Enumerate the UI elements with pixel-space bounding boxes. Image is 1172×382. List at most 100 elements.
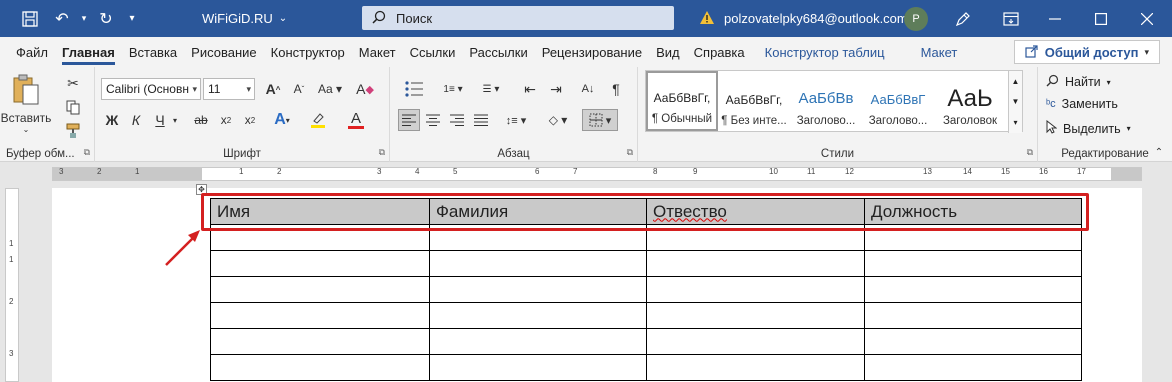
show-marks-icon[interactable]: ¶ <box>604 78 628 100</box>
underline-button[interactable]: Ч <box>149 109 171 131</box>
close-button[interactable] <box>1124 0 1170 37</box>
tab-table-layout[interactable]: Макет <box>914 37 965 67</box>
multilevel-list-icon[interactable]: ☰ ▾ <box>474 78 508 100</box>
account-email[interactable]: polzovatelpky684@outlook.com <box>724 11 908 26</box>
table-cell[interactable] <box>646 276 865 303</box>
table-cell[interactable] <box>864 354 1082 381</box>
increase-indent-icon[interactable]: ⇥ <box>544 78 568 100</box>
style-heading-1[interactable]: АаБбВв Заголово... <box>790 71 862 131</box>
document-title[interactable]: WiFiGiD.RU ⌄ <box>202 11 287 26</box>
replace-button[interactable]: ᵇc Заменить <box>1046 97 1118 111</box>
bold-button[interactable]: Ж <box>101 109 123 131</box>
maximize-button[interactable] <box>1078 0 1124 37</box>
undo-dropdown-icon[interactable]: ▾ <box>78 5 90 33</box>
bullets-icon[interactable] <box>398 78 432 100</box>
copy-icon[interactable] <box>62 97 84 117</box>
tab-draw[interactable]: Рисование <box>184 37 263 67</box>
table-cell[interactable] <box>864 276 1082 303</box>
highlight-color-icon[interactable] <box>303 109 333 131</box>
tab-references[interactable]: Ссылки <box>403 37 463 67</box>
search-input[interactable]: Поиск <box>362 6 674 30</box>
style-title[interactable]: АаЬ Заголовок <box>934 71 1006 131</box>
tab-view[interactable]: Вид <box>649 37 687 67</box>
align-right-icon[interactable] <box>446 109 468 131</box>
table-cell[interactable] <box>429 328 647 355</box>
align-left-icon[interactable] <box>398 109 420 131</box>
font-size-select[interactable]: 11 ▾ <box>203 78 255 100</box>
horizontal-ruler[interactable]: 3 2 1 1 2 3 4 5 6 7 8 9 10 11 12 13 14 1… <box>0 162 1172 186</box>
numbering-icon[interactable]: 1≡ ▾ <box>436 78 470 100</box>
text-effects-icon[interactable]: A ▾ <box>267 109 297 131</box>
pen-icon[interactable] <box>940 0 986 37</box>
table-row[interactable] <box>210 354 1082 381</box>
tab-insert[interactable]: Вставка <box>122 37 184 67</box>
table-row[interactable] <box>210 276 1082 303</box>
customize-qat-icon[interactable]: ▾ <box>122 5 142 33</box>
tab-file[interactable]: Файл <box>9 37 55 67</box>
tab-help[interactable]: Справка <box>687 37 752 67</box>
share-button[interactable]: Общий доступ ▾ <box>1013 40 1160 64</box>
style-normal[interactable]: АаБбВвГг, ¶ Обычный <box>646 71 718 131</box>
tab-review[interactable]: Рецензирование <box>535 37 649 67</box>
table-row[interactable] <box>210 250 1082 277</box>
clear-formatting-icon[interactable]: A ◆ <box>353 78 377 100</box>
table-cell[interactable] <box>429 354 647 381</box>
shrink-font-icon[interactable]: Aˇ <box>287 78 311 100</box>
align-center-icon[interactable] <box>422 109 444 131</box>
dialog-launcher-icon[interactable]: ⧉ <box>84 147 90 158</box>
redo-icon[interactable]: ↻ <box>90 5 122 33</box>
table-cell[interactable] <box>646 328 865 355</box>
more-icon[interactable]: ▾ <box>1013 118 1017 127</box>
warning-icon[interactable] <box>699 10 715 28</box>
collapse-ribbon-icon[interactable]: ⌃ <box>1152 145 1166 159</box>
font-color-icon[interactable]: A <box>341 109 371 131</box>
tab-home[interactable]: Главная <box>55 37 122 67</box>
table-cell[interactable] <box>864 250 1082 277</box>
table-cell[interactable] <box>210 328 430 355</box>
cut-icon[interactable]: ✂ <box>62 73 84 93</box>
table-cell[interactable] <box>210 276 430 303</box>
dialog-launcher-icon[interactable]: ⧉ <box>627 147 633 158</box>
avatar[interactable]: P <box>904 7 928 31</box>
decrease-indent-icon[interactable]: ⇤ <box>518 78 542 100</box>
table-cell[interactable] <box>210 250 430 277</box>
ribbon-display-options-icon[interactable] <box>988 0 1034 37</box>
table-cell[interactable] <box>646 250 865 277</box>
select-button[interactable]: Выделить ▾ <box>1046 119 1131 137</box>
tab-design[interactable]: Конструктор <box>264 37 352 67</box>
vertical-ruler[interactable]: 1 1 2 3 <box>5 188 19 382</box>
table-cell[interactable] <box>864 328 1082 355</box>
font-name-select[interactable]: Calibri (Основн ▾ <box>101 78 201 100</box>
undo-icon[interactable]: ↶ <box>46 5 78 33</box>
tab-table-design[interactable]: Конструктор таблиц <box>758 37 892 67</box>
line-spacing-icon[interactable]: ↕≡ ▾ <box>500 109 532 131</box>
underline-dropdown-icon[interactable]: ▾ <box>169 109 181 131</box>
style-no-spacing[interactable]: АаБбВвГг, ¶ Без инте... <box>718 71 790 131</box>
save-icon[interactable] <box>14 5 46 33</box>
table-cell[interactable] <box>864 302 1082 329</box>
table-cell[interactable] <box>429 276 647 303</box>
tab-mailings[interactable]: Рассылки <box>462 37 534 67</box>
minimize-button[interactable] <box>1032 0 1078 37</box>
dialog-launcher-icon[interactable]: ⧉ <box>1027 147 1033 158</box>
table-cell[interactable] <box>646 354 865 381</box>
table-row[interactable] <box>210 302 1082 329</box>
superscript-icon[interactable]: x2 <box>239 109 261 131</box>
find-button[interactable]: Найти ▾ <box>1046 74 1111 90</box>
format-painter-icon[interactable] <box>62 121 84 141</box>
change-case-icon[interactable]: Aa ▾ <box>315 78 345 100</box>
paste-button[interactable]: Вставить ⌄ <box>1 72 51 136</box>
table-cell[interactable] <box>429 302 647 329</box>
justify-icon[interactable] <box>470 109 492 131</box>
styles-scroll[interactable]: ▲ ▼ ▾ <box>1008 71 1022 133</box>
shading-icon[interactable]: ◇ ▾ <box>542 109 574 131</box>
strikethrough-icon[interactable]: ab <box>189 109 213 131</box>
table-cell[interactable] <box>646 302 865 329</box>
dialog-launcher-icon[interactable]: ⧉ <box>379 147 385 158</box>
tab-layout[interactable]: Макет <box>352 37 403 67</box>
table-cell[interactable] <box>210 302 430 329</box>
style-heading-2[interactable]: АаБбВвГ Заголово... <box>862 71 934 131</box>
table-row[interactable] <box>210 328 1082 355</box>
table-cell[interactable] <box>429 250 647 277</box>
borders-icon[interactable]: ▾ <box>582 109 618 131</box>
